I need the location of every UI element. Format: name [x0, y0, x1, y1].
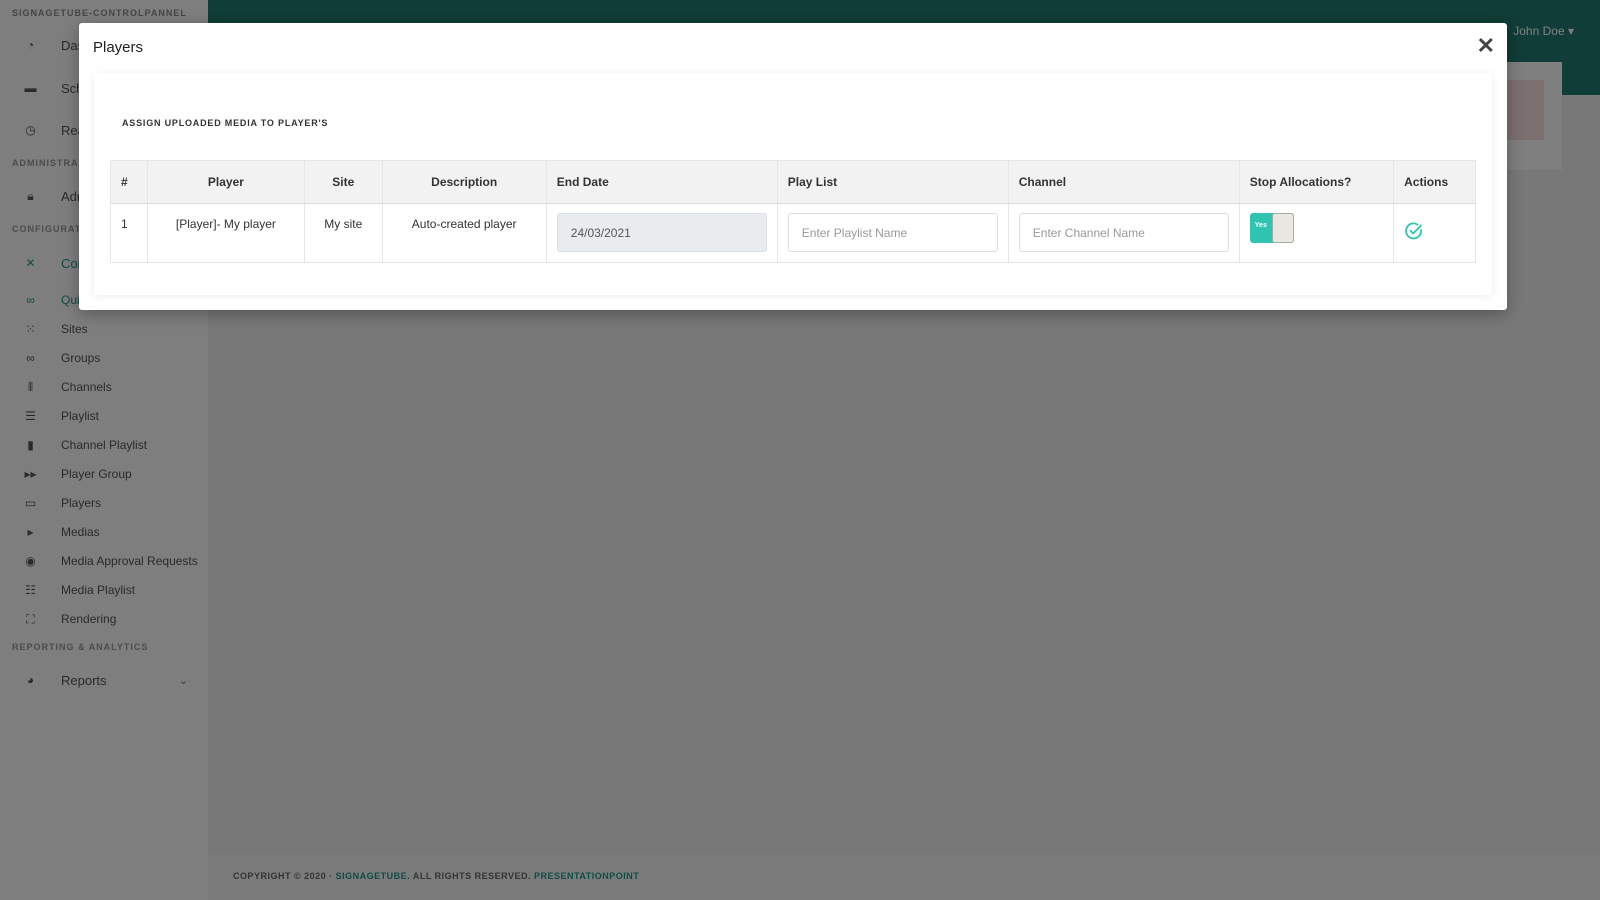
channel-name-input[interactable]: [1018, 213, 1229, 252]
cell-stop-allocations: Yes: [1238, 203, 1395, 263]
panel-title: ASSIGN UPLOADED MEDIA TO PLAYER'S: [122, 118, 329, 128]
assign-media-panel: ASSIGN UPLOADED MEDIA TO PLAYER'S # Play…: [94, 73, 1492, 295]
cell-channel: [1007, 203, 1240, 263]
column-header-site: Site: [303, 160, 383, 204]
column-header-stop-allocations: Stop Allocations?: [1238, 160, 1395, 204]
cell-description: Auto-created player: [381, 203, 547, 263]
cell-playlist: [776, 203, 1009, 263]
stop-allocations-toggle[interactable]: Yes: [1249, 213, 1294, 243]
cell-site: My site: [303, 203, 383, 263]
cell-player: [Player]- My player: [146, 203, 305, 263]
column-header-channel: Channel: [1007, 160, 1240, 204]
end-date-input[interactable]: [556, 213, 767, 252]
toggle-label: Yes: [1254, 222, 1267, 229]
close-icon: ✕: [1476, 33, 1495, 58]
column-header-actions: Actions: [1393, 160, 1476, 204]
players-table: # Player Site Description End Date Play …: [110, 160, 1476, 263]
close-button[interactable]: ✕: [1477, 35, 1495, 57]
modal-title: Players: [93, 39, 144, 56]
column-header-end-date: End Date: [545, 160, 778, 204]
cell-actions: [1393, 203, 1476, 263]
toggle-knob: [1271, 213, 1294, 243]
playlist-name-input[interactable]: [787, 213, 998, 252]
column-header-index: #: [110, 160, 148, 204]
cell-end-date: [545, 203, 778, 263]
players-modal: Players ✕ ASSIGN UPLOADED MEDIA TO PLAYE…: [79, 23, 1507, 310]
column-header-playlist: Play List: [776, 160, 1009, 204]
check-circle-icon[interactable]: [1404, 221, 1424, 241]
cell-index: 1: [110, 203, 148, 263]
column-header-description: Description: [381, 160, 547, 204]
column-header-player: Player: [146, 160, 305, 204]
table-header-row: # Player Site Description End Date Play …: [110, 160, 1476, 204]
table-row: 1 [Player]- My player My site Auto-creat…: [110, 203, 1476, 263]
